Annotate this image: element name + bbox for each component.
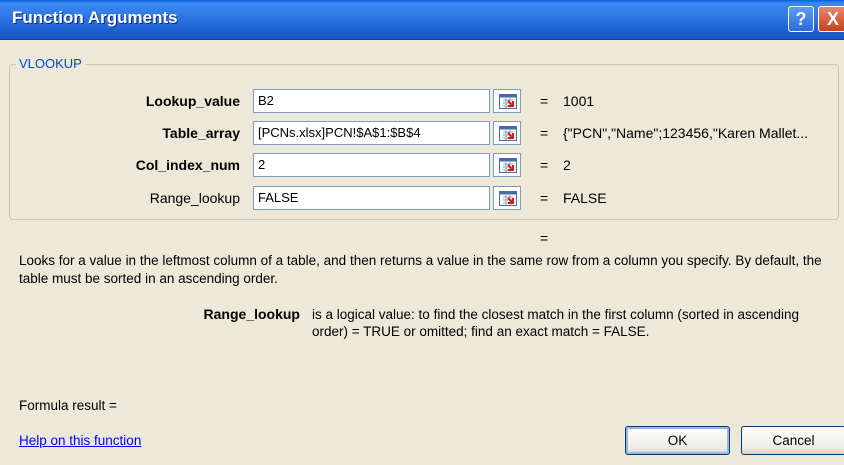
collapse-dialog-icon: [499, 126, 517, 141]
range-lookup-result: FALSE: [563, 190, 607, 206]
col-index-num-collapse-button[interactable]: [493, 153, 521, 177]
title-bar: Function Arguments ? X: [0, 0, 844, 40]
range-lookup-input[interactable]: FALSE: [253, 186, 490, 210]
arg-label-lookup-value: Lookup_value: [145, 93, 240, 109]
ok-button[interactable]: OK: [625, 426, 730, 455]
help-button[interactable]: ?: [788, 6, 814, 32]
arg-help-text: is a logical value: to find the closest …: [312, 307, 799, 339]
cancel-button[interactable]: Cancel: [741, 426, 844, 455]
collapse-dialog-icon: [499, 94, 517, 109]
function-result-equals: =: [540, 230, 549, 246]
arg-equals: =: [540, 93, 549, 109]
lookup-value-input[interactable]: B2: [253, 89, 490, 113]
lookup-value-collapse-button[interactable]: [493, 89, 521, 113]
dialog-title: Function Arguments: [12, 8, 178, 27]
table-array-collapse-button[interactable]: [493, 121, 521, 145]
arg-equals: =: [540, 190, 549, 206]
arg-label-table-array: Table_array: [162, 125, 240, 141]
function-name-legend: VLOOKUP: [16, 56, 85, 71]
collapse-dialog-icon: [499, 191, 517, 206]
arg-label-range-lookup: Range_lookup: [149, 190, 240, 206]
help-on-function-link[interactable]: Help on this function: [19, 433, 141, 448]
table-array-input[interactable]: [PCNs.xlsx]PCN!$A$1:$B$4: [253, 121, 490, 145]
range-lookup-collapse-button[interactable]: [493, 186, 521, 210]
arg-equals: =: [540, 125, 549, 141]
arg-label-col-index-num: Col_index_num: [135, 157, 240, 173]
function-description: Looks for a value in the leftmost column…: [19, 253, 822, 286]
close-button[interactable]: X: [818, 6, 844, 32]
table-array-result: {"PCN","Name";123456,"Karen Mallet...: [563, 125, 809, 141]
lookup-value-result: 1001: [563, 93, 595, 109]
col-index-num-result: 2: [563, 157, 571, 173]
arg-help-name: Range_lookup: [203, 306, 300, 322]
collapse-dialog-icon: [499, 158, 517, 173]
arg-equals: =: [540, 157, 549, 173]
col-index-num-input[interactable]: 2: [253, 153, 490, 177]
formula-result-label: Formula result =: [19, 398, 117, 413]
